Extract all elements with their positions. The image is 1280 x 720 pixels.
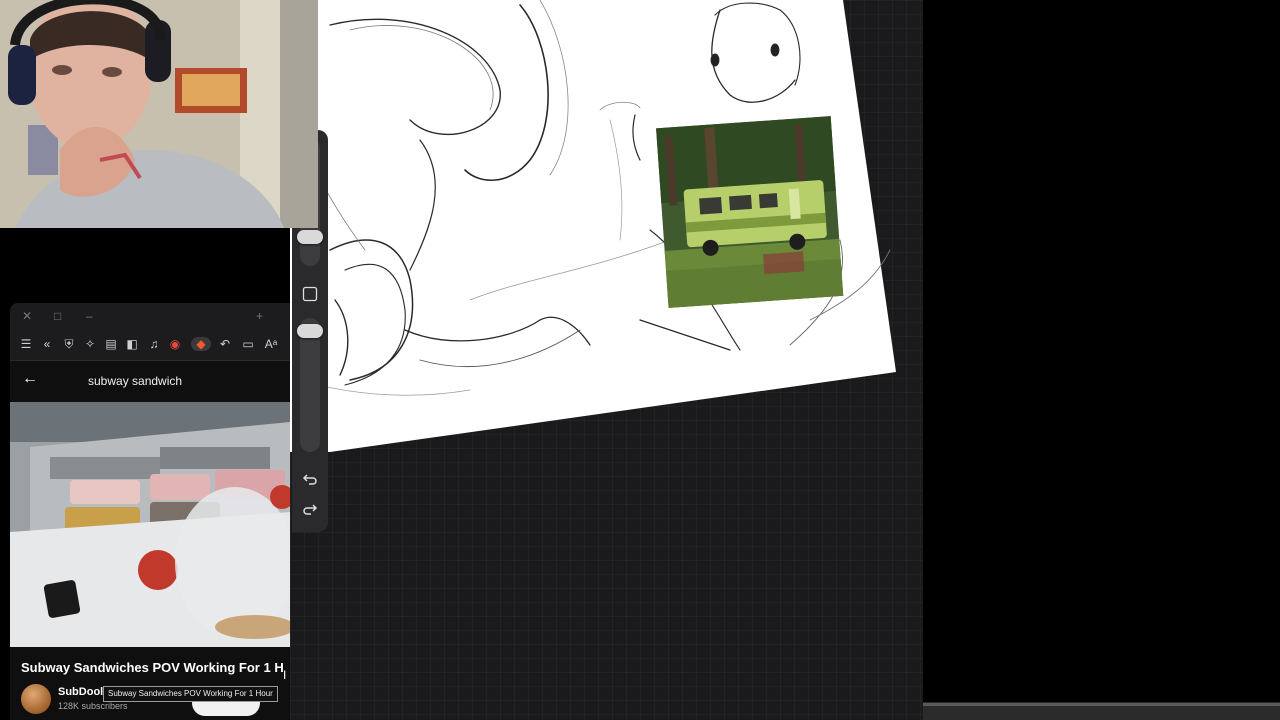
- restore-icon[interactable]: □: [54, 309, 61, 323]
- streamer-video: [0, 0, 318, 228]
- undo-button[interactable]: [300, 468, 320, 488]
- minimize-icon[interactable]: –: [86, 309, 93, 323]
- video-frame: [10, 402, 290, 647]
- drawing-canvas[interactable]: [290, 0, 923, 720]
- translate-icon[interactable]: Aᵃ: [264, 337, 278, 351]
- double-chevron-left-icon[interactable]: «: [40, 337, 54, 351]
- browser-window: ✕ □ – + ☰ « ⛨ ✧ ▤ ◧ ♫ ◉ ◆ ↶ ▭ Aᵃ ← subwa…: [10, 303, 290, 720]
- video-player[interactable]: [10, 402, 290, 647]
- new-tab-icon[interactable]: +: [256, 309, 263, 323]
- search-bar: ← subway sandwich: [10, 361, 290, 401]
- undo-icon: [302, 474, 317, 485]
- opacity-thumb[interactable]: [297, 324, 323, 338]
- puzzle-icon[interactable]: ✧: [83, 337, 97, 351]
- square-icon: [302, 286, 318, 302]
- title-tooltip: Subway Sandwiches POV Working For 1 Hour: [103, 686, 278, 702]
- undo-icon[interactable]: ↶: [218, 337, 232, 351]
- channel-name[interactable]: SubDool: [58, 686, 103, 698]
- subscriber-count: 128K subscribers: [58, 701, 128, 711]
- back-arrow-icon[interactable]: ←: [22, 370, 38, 388]
- window-controls: ✕ □ – +: [10, 303, 290, 329]
- shield-icon[interactable]: ⛨: [62, 337, 76, 351]
- cast-icon[interactable]: ▭: [241, 337, 255, 351]
- text-cursor-icon: I: [283, 668, 287, 682]
- opacity-slider[interactable]: [300, 318, 320, 452]
- browser-toolbar: ☰ « ⛨ ✧ ▤ ◧ ♫ ◉ ◆ ↶ ▭ Aᵃ: [10, 329, 290, 361]
- reference-photo: [656, 116, 844, 308]
- tab-icon[interactable]: ▤: [104, 337, 118, 351]
- scrollbar-thumb[interactable]: [923, 703, 1280, 706]
- ad-block-icon[interactable]: ◉: [168, 337, 182, 351]
- webcam-feed: [0, 0, 318, 228]
- close-icon[interactable]: ✕: [22, 309, 32, 323]
- brave-icon[interactable]: ◆: [191, 337, 211, 351]
- sidebar-icon[interactable]: ◧: [125, 337, 139, 351]
- music-icon[interactable]: ♫: [147, 337, 161, 351]
- empty-area: [923, 0, 1280, 720]
- redo-button[interactable]: [300, 501, 320, 521]
- menu-icon[interactable]: ☰: [19, 337, 33, 351]
- search-input[interactable]: subway sandwich: [88, 374, 182, 388]
- redo-icon: [303, 504, 318, 515]
- channel-avatar[interactable]: [21, 684, 51, 714]
- modify-button[interactable]: [300, 284, 320, 304]
- video-title[interactable]: Subway Sandwiches POV Working For 1 H: [21, 660, 284, 675]
- brush-size-thumb[interactable]: [297, 230, 323, 244]
- sketch-paper: [290, 0, 896, 452]
